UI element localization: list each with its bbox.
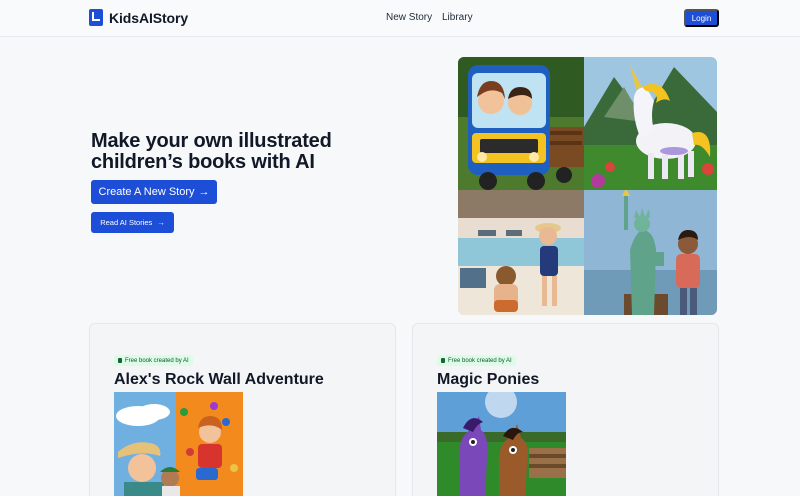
book-icon [118,358,122,363]
create-new-story-label: Create A New Story [98,186,195,198]
nav-link-library[interactable]: Library [442,12,473,23]
top-navigation: KidsAIStory New Story Library Login [0,0,800,37]
arrow-right-icon: → [157,218,165,227]
book-title[interactable]: Magic Ponies [437,371,539,389]
illustration-pool [458,190,584,315]
hero-illustration-grid [458,57,717,315]
login-button[interactable]: Login [684,9,719,27]
book-title[interactable]: Alex's Rock Wall Adventure [114,371,324,389]
hero-title: Make your own illustrated children’s boo… [91,130,332,173]
free-book-badge: Free book created by AI [437,355,516,366]
illustration-kids-truck [458,57,584,190]
free-book-badge: Free book created by AI [114,355,193,366]
book-cover-image[interactable] [437,392,566,496]
brand-link[interactable]: KidsAIStory [89,9,188,26]
book-icon [441,358,445,363]
illustration-statue-of-liberty [584,190,717,315]
illustration-unicorn [584,57,717,190]
badge-label: Free book created by AI [125,357,189,364]
arrow-right-icon: → [198,186,210,198]
nav-link-new-story[interactable]: New Story [386,12,432,23]
brand-name: KidsAIStory [109,9,189,26]
book-logo-icon [89,9,103,26]
book-card[interactable]: Free book created by AI Alex's Rock Wall… [89,323,396,496]
read-ai-stories-label: Read AI Stories [100,218,153,227]
read-ai-stories-button[interactable]: Read AI Stories → [91,212,174,233]
badge-label: Free book created by AI [448,357,512,364]
book-card[interactable]: Free book created by AI Magic Ponies [412,323,719,496]
book-cover-image[interactable] [114,392,243,496]
create-new-story-button[interactable]: Create A New Story → [91,180,217,204]
